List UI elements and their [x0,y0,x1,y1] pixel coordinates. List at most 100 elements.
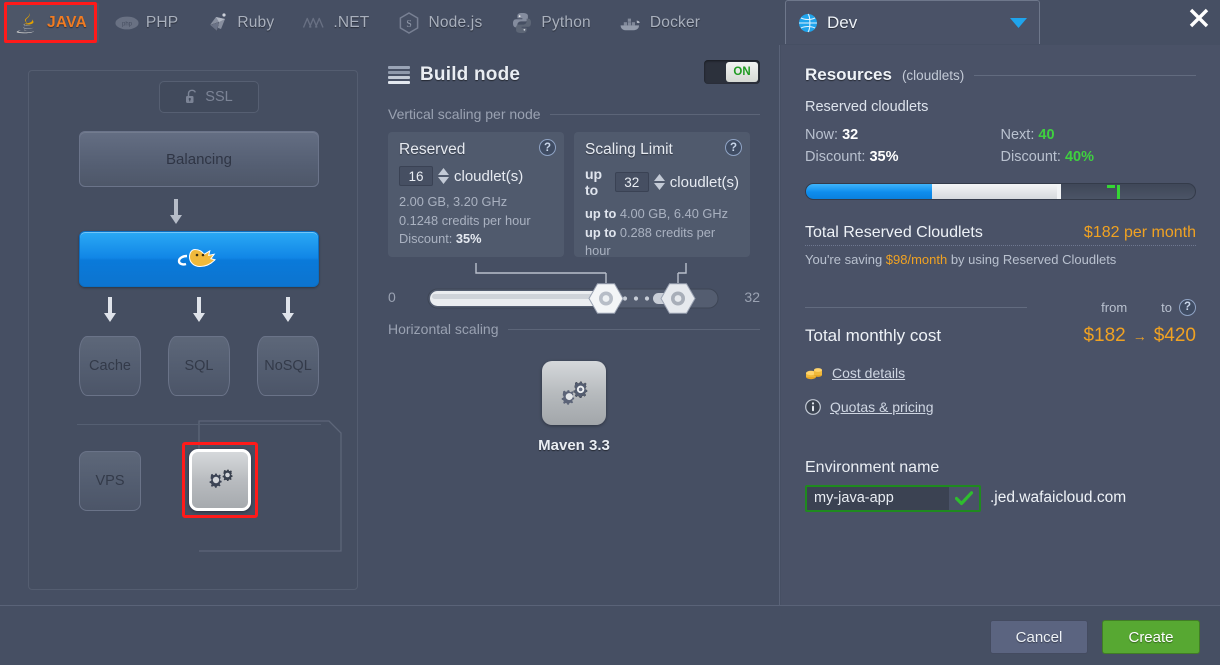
cost-from-value: $182 [1083,324,1126,346]
rule-line [549,113,760,115]
rule-line [507,328,760,330]
cost-range-headers: from to ? [1101,298,1196,316]
tab-java[interactable]: JAVA [4,2,99,43]
gear-icon [209,469,233,488]
cache-label: Cache [89,358,131,374]
environment-name-field[interactable] [805,484,981,512]
tab-dotnet[interactable]: .NET [290,3,381,43]
vps-label: VPS [95,473,125,489]
tab-php[interactable]: php PHP [103,3,190,43]
chevron-down-icon[interactable] [1010,17,1027,28]
cloudlets-usage-bar[interactable] [805,182,1196,200]
total-reserved-label: Total Reserved Cloudlets [805,223,983,241]
now-column: Now: 32 Discount: 35% [805,124,1001,169]
docker-icon [620,18,640,30]
check-icon [955,491,973,506]
reserved-help-icon[interactable]: ? [539,139,556,156]
cost-arrow-icon: → [1132,327,1147,344]
toggle-label: ON [726,62,758,82]
scaling-limit-title: Scaling Limit [585,141,673,158]
now-value: 32 [842,127,859,143]
dialog-footer: Cancel Create [0,605,1220,665]
cost-details-link[interactable]: Cost details [805,365,1196,381]
slider-track[interactable] [388,263,760,319]
ruby-icon [210,12,226,31]
scaling-limit-help-icon[interactable]: ? [725,139,742,156]
maven-node: Maven 3.3 [388,361,760,454]
cancel-button[interactable]: Cancel [990,620,1088,654]
tab-label: JAVA [47,13,87,31]
info-icon [805,399,821,415]
reserved-value-input[interactable]: 16 [399,166,433,186]
next-column: Next: 40 Discount: 40% [1001,124,1197,169]
environment-name-input[interactable] [807,486,949,510]
chevron-up-icon [438,168,449,175]
tab-label: Node.js [428,13,483,31]
tab-label: Python [541,13,591,31]
vertical-scaling-header: Vertical scaling per node [388,106,760,122]
environment-tab-label: Dev [827,12,858,32]
total-cost-help-icon[interactable]: ? [1179,298,1196,316]
reserved-stepper-row: 16 cloudlet(s) [399,166,553,186]
next-label: Next: [1000,127,1035,143]
app-server-node[interactable] [79,231,319,287]
usage-bar-next-cap [1107,184,1116,188]
build-node-toggle[interactable]: ON [704,60,760,84]
resources-header: Resources (cloudlets) [805,65,1196,85]
cache-node[interactable]: Cache [79,336,141,396]
scaling-limit-value-input[interactable]: 32 [614,172,649,192]
reserved-title: Reserved [399,141,466,158]
usage-bar-reserved [932,183,1059,199]
build-node-tile[interactable] [189,449,251,511]
reserved-credits: 0.1248 credits per hour [399,212,531,228]
scaling-limit-stepper[interactable] [653,174,665,190]
environment-tab[interactable]: Dev [785,0,1040,44]
tab-label: PHP [145,13,179,31]
maven-tile[interactable] [542,361,606,425]
build-node-title: Build node [420,64,521,85]
saving-note: You're saving $98/month by using Reserve… [805,252,1196,267]
menu-icon [388,66,410,84]
now-label: Now: [805,127,839,143]
sql-label: SQL [184,358,214,374]
tab-nodejs[interactable]: S Node.js [385,3,494,43]
create-button[interactable]: Create [1102,620,1200,654]
chevron-down-icon [653,183,665,190]
tab-docker[interactable]: Docker [607,3,712,43]
total-monthly-cost-block: from to ? Total monthly cost $182 → $420 [805,298,1196,347]
environment-name-row: .jed.wafaicloud.com [805,484,1196,512]
horizontal-scaling-header: Horizontal scaling [388,321,760,337]
reserved-stepper[interactable] [438,168,449,184]
ssl-toggle[interactable]: SSL [159,81,259,113]
dotnet-icon [303,17,324,28]
reserved-meta: 2.00 GB, 3.20 GHz 0.1248 credits per hou… [399,193,553,249]
topology-divider [77,424,321,425]
reserved-ram-cpu: 2.00 GB, 3.20 GHz [399,194,508,209]
next-value: 40 [1038,127,1055,143]
footer-buttons: Cancel Create [990,620,1200,654]
stack-tabs: JAVA php PHP Ruby .NET S Node.js Python … [0,0,780,45]
scaling-limit-meta: up to 4.00 GB, 6.40 GHz up to 0.288 cred… [585,205,739,261]
chevron-down-icon [438,177,449,184]
discount-next-value: 40% [1064,149,1095,166]
quotas-pricing-label: Quotas & pricing [830,398,934,415]
environment-domain-suffix: .jed.wafaicloud.com [990,489,1127,507]
close-dialog-button[interactable] [1186,5,1212,31]
vertical-scaling-boxes: ? Reserved 16 cloudlet(s) 2.00 GB, 3.20 … [388,132,760,258]
quotas-pricing-link[interactable]: Quotas & pricing [805,399,1196,415]
tab-ruby[interactable]: Ruby [194,3,286,43]
nosql-node[interactable]: NoSQL [257,336,319,396]
sql-node[interactable]: SQL [168,336,230,396]
tab-python[interactable]: Python [498,3,602,43]
vps-node[interactable]: VPS [79,451,141,511]
coins-icon [806,368,822,380]
topology-panel: SSL Balancing Cache SQL NoSQL VPS Build … [10,45,780,605]
cloudlet-slider[interactable]: 0 32 [388,263,760,319]
nosql-label: NoSQL [264,358,312,374]
usage-bar-current [806,183,933,199]
lock-open-icon [186,89,197,103]
reserved-cloudlets-values: Now: 32 Discount: 35% Next: 40 Discount:… [805,124,1196,169]
scaling-limit-credits-prefix: up to [585,224,617,240]
balancing-node[interactable]: Balancing [79,131,319,187]
arrow-down-icon [193,297,205,322]
